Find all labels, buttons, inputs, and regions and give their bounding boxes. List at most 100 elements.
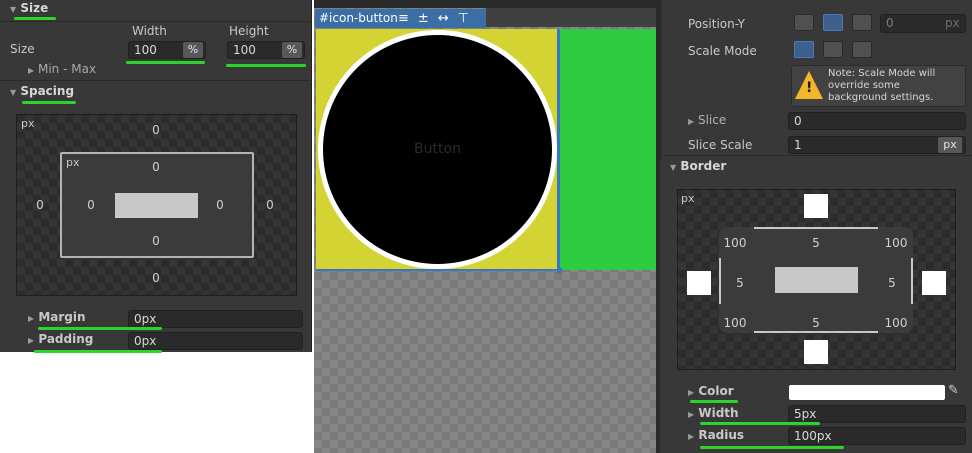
scale-mode-label: Scale Mode xyxy=(688,44,757,58)
padding-right-value[interactable]: 0 xyxy=(205,198,235,212)
scale-mode-note-text: Note: Scale Mode will override some back… xyxy=(828,68,936,103)
margin-value: 0px xyxy=(134,312,157,326)
border-color-field[interactable] xyxy=(789,385,945,400)
border-left-color-swatch[interactable] xyxy=(687,271,711,295)
margin-right-value[interactable]: 0 xyxy=(255,198,285,212)
foldout-arrow-icon: ▼ xyxy=(10,88,17,97)
padding-label: Padding xyxy=(38,332,94,346)
foldout-arrow-icon: ▶ xyxy=(28,314,35,323)
slice-scale-unit[interactable]: px xyxy=(938,137,962,153)
height-unit-button[interactable]: % xyxy=(282,42,302,58)
align-center-icon[interactable]: ≡ xyxy=(398,11,418,26)
highlight-mark xyxy=(34,350,162,353)
margin-input[interactable]: 0px xyxy=(128,310,303,328)
border-width-input[interactable]: 5px xyxy=(788,405,966,423)
height-value: 100 xyxy=(233,43,256,57)
selection-outline xyxy=(316,269,559,271)
highlight-mark xyxy=(22,101,76,104)
divider xyxy=(0,80,312,81)
width-value: 100 xyxy=(134,43,157,57)
scale-mode-fit-icon[interactable] xyxy=(823,41,843,58)
slice-foldout[interactable]: ▶ Slice xyxy=(688,113,726,127)
width-label: Width xyxy=(132,24,167,38)
slice-label: Slice xyxy=(697,113,727,127)
highlight-mark xyxy=(700,446,844,449)
border-bottom-width-value[interactable]: 5 xyxy=(801,316,831,330)
radius-top-right-value[interactable]: 100 xyxy=(881,236,911,250)
position-y-bottom-icon[interactable] xyxy=(852,14,872,31)
highlight-mark xyxy=(700,422,820,425)
border-content-box xyxy=(775,267,858,293)
foldout-arrow-icon: ▶ xyxy=(688,388,695,397)
anchor-top-icon[interactable]: ⊤ xyxy=(458,11,478,26)
highlight-mark xyxy=(14,17,56,20)
size-label: Size xyxy=(10,42,35,56)
sibling-green-element[interactable] xyxy=(559,29,656,270)
radius-bottom-right-value[interactable]: 100 xyxy=(881,316,911,330)
foldout-arrow-icon: ▶ xyxy=(28,66,35,75)
highlight-mark xyxy=(126,61,205,64)
border-top-line xyxy=(754,227,878,229)
border-radius-value: 100px xyxy=(794,429,832,443)
min-max-foldout[interactable]: ▶ Min - Max xyxy=(28,62,96,76)
margin-bottom-value[interactable]: 0 xyxy=(141,271,171,285)
scale-mode-stretch-icon[interactable] xyxy=(794,41,814,58)
align-middle-icon[interactable]: ± xyxy=(418,11,438,26)
highlight-mark xyxy=(690,400,738,403)
panel-edge xyxy=(660,0,662,160)
eyedropper-icon[interactable]: ✎ xyxy=(948,383,959,398)
scale-mode-crop-icon[interactable] xyxy=(852,41,872,58)
border-bottom-line xyxy=(754,331,878,333)
slice-scale-value: 1 xyxy=(794,138,802,152)
size-header-label: Size xyxy=(20,1,49,15)
border-left-width-value[interactable]: 5 xyxy=(725,276,755,290)
min-max-label: Min - Max xyxy=(37,62,97,76)
color-foldout[interactable]: ▶ Color xyxy=(688,384,734,398)
position-y-center-icon[interactable] xyxy=(823,14,843,31)
padding-top-value[interactable]: 0 xyxy=(141,160,171,174)
padding-input[interactable]: 0px xyxy=(128,332,303,350)
radius-top-left-value[interactable]: 100 xyxy=(720,236,750,250)
margin-left-value[interactable]: 0 xyxy=(25,198,55,212)
divider xyxy=(0,21,312,22)
size-foldout[interactable]: ▼ Size xyxy=(10,1,48,15)
slice-input[interactable]: 0 xyxy=(788,112,966,130)
padding-bottom-value[interactable]: 0 xyxy=(141,234,171,248)
border-radius-input[interactable]: 100px xyxy=(788,427,966,445)
position-y-top-icon[interactable] xyxy=(794,14,814,31)
border-top-color-swatch[interactable] xyxy=(804,194,828,218)
border-top-width-value[interactable]: 5 xyxy=(801,236,831,250)
foldout-arrow-icon: ▶ xyxy=(28,336,35,345)
border-foldout[interactable]: ▼ Border xyxy=(670,159,726,173)
border-bottom-color-swatch[interactable] xyxy=(804,340,828,364)
radius-bottom-left-value[interactable]: 100 xyxy=(720,316,750,330)
spacing-foldout[interactable]: ▼ Spacing xyxy=(10,84,74,98)
border-width-value: 5px xyxy=(794,407,817,421)
border-right-width-value[interactable]: 5 xyxy=(877,276,907,290)
border-right-color-swatch[interactable] xyxy=(922,271,946,295)
padding-value: 0px xyxy=(134,334,157,348)
foldout-arrow-icon: ▼ xyxy=(670,163,677,172)
foldout-arrow-icon: ▶ xyxy=(688,432,695,441)
border-unit-label: px xyxy=(681,192,695,205)
highlight-mark xyxy=(226,64,306,67)
margin-top-value[interactable]: 0 xyxy=(141,123,171,137)
margin-label: Margin xyxy=(38,310,86,324)
padding-left-value[interactable]: 0 xyxy=(76,198,106,212)
height-label: Height xyxy=(229,24,269,38)
divider xyxy=(664,155,972,156)
spacing-header-label: Spacing xyxy=(20,84,75,98)
padding-unit-label: px xyxy=(66,156,80,169)
viewport-top-strip xyxy=(314,0,656,8)
border-width-label: Width xyxy=(698,406,739,420)
width-unit-button[interactable]: % xyxy=(183,42,203,58)
margin-foldout[interactable]: ▶ Margin xyxy=(28,310,86,324)
border-width-foldout[interactable]: ▶ Width xyxy=(688,406,739,420)
border-radius-label: Radius xyxy=(698,428,745,442)
resize-handle[interactable] xyxy=(557,268,562,273)
padding-foldout[interactable]: ▶ Padding xyxy=(28,332,93,346)
border-radius-foldout[interactable]: ▶ Radius xyxy=(688,428,744,442)
border-right-line xyxy=(911,258,913,304)
warning-exclamation: ! xyxy=(806,80,813,96)
stretch-horizontal-icon[interactable]: ↔ xyxy=(438,11,458,26)
